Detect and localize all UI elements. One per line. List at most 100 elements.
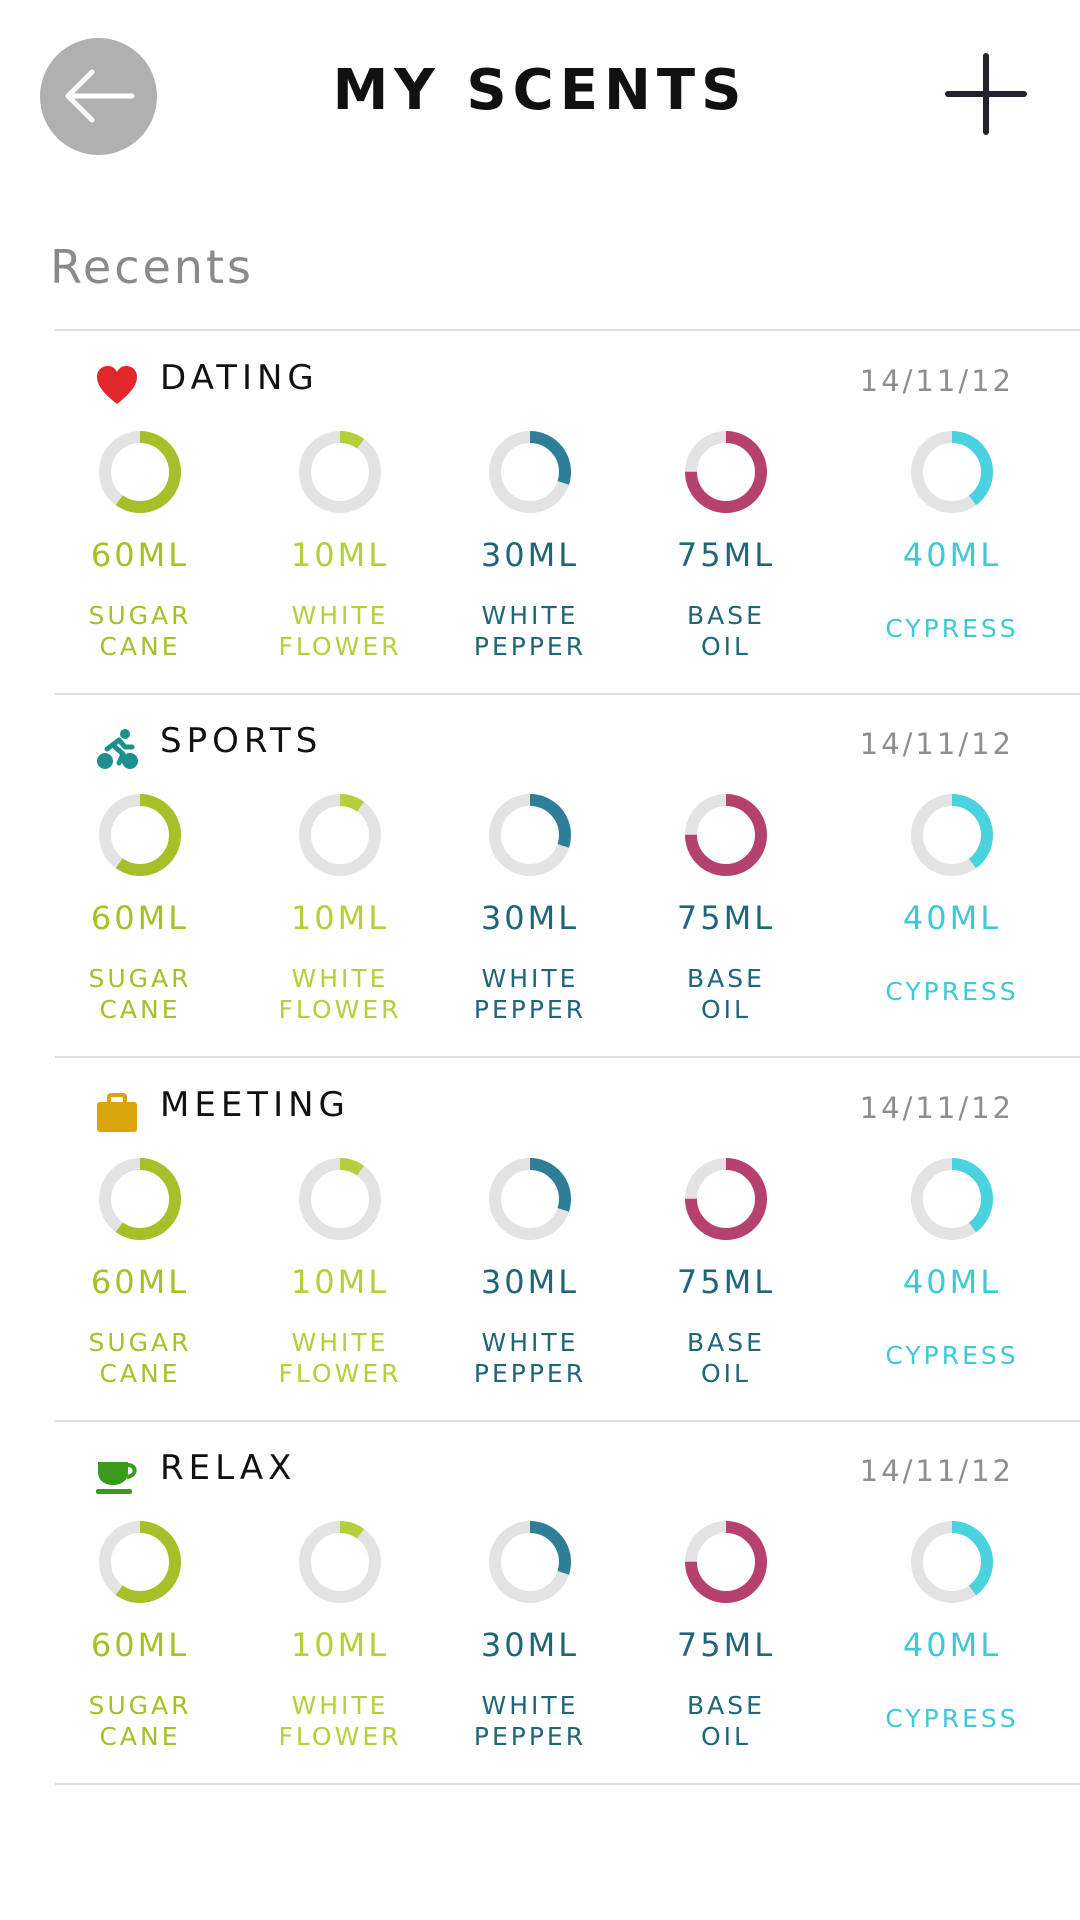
- ingredient-amount: 75ML: [676, 1263, 776, 1301]
- ingredient-item: 60ML SUGAR CANE: [40, 430, 240, 690]
- ingredient-amount: 30ML: [480, 536, 580, 574]
- scent-card-dating[interactable]: DATING 14/11/12 60ML SUGAR CANE 10ML WHI…: [0, 330, 1080, 695]
- ingredient-name-line2: OIL: [701, 995, 751, 1024]
- ingredient-amount: 60ML: [90, 1626, 190, 1664]
- ratio-ring: [911, 1158, 993, 1240]
- ingredient-name: SUGAR CANE: [40, 1690, 240, 1752]
- ingredient-name: WHITE FLOWER: [240, 600, 440, 662]
- ratio-ring: [911, 1521, 993, 1603]
- ingredient-amount: 30ML: [480, 899, 580, 937]
- ingredient-ring: [98, 1520, 182, 1604]
- ingredient-item: 40ML CYPRESS: [852, 430, 1052, 690]
- ingredient-amount: 10ML: [290, 1626, 390, 1664]
- ingredient-name-line2: PEPPER: [473, 1359, 587, 1388]
- ingredient-name-line1: BASE: [687, 601, 765, 630]
- ingredient-ring: [684, 1520, 768, 1604]
- ingredient-name-line2: FLOWER: [278, 1359, 402, 1388]
- ingredient-item: 40ML CYPRESS: [852, 1520, 1052, 1780]
- ingredient-ring: [488, 793, 572, 877]
- ratio-ring: [99, 1521, 181, 1603]
- ingredient-name-line1: CYPRESS: [885, 1704, 1019, 1733]
- ingredient-name-line1: WHITE: [291, 1691, 389, 1720]
- ingredient-name-line1: WHITE: [481, 1691, 579, 1720]
- ratio-ring: [99, 794, 181, 876]
- ingredient-item: 10ML WHITE FLOWER: [240, 793, 440, 1053]
- ingredient-item: 30ML WHITE PEPPER: [430, 793, 630, 1053]
- ingredient-item: 75ML BASE OIL: [626, 1157, 826, 1417]
- ingredient-ring: [98, 430, 182, 514]
- ingredient-name-line2: OIL: [701, 632, 751, 661]
- plus-icon: [945, 53, 1027, 135]
- ingredient-name: BASE OIL: [626, 1327, 826, 1389]
- ingredient-amount: 60ML: [90, 1263, 190, 1301]
- ratio-ring: [685, 431, 767, 513]
- ingredient-name-line1: BASE: [687, 1691, 765, 1720]
- ingredient-ring: [298, 1520, 382, 1604]
- ingredient-amount: 40ML: [902, 899, 1002, 937]
- cyclist-icon: [95, 727, 139, 771]
- ratio-ring: [911, 431, 993, 513]
- ingredient-ring: [910, 793, 994, 877]
- ingredient-ring: [298, 1157, 382, 1241]
- ingredient-item: 30ML WHITE PEPPER: [430, 1157, 630, 1417]
- ingredient-name-line1: WHITE: [291, 601, 389, 630]
- ingredient-name-line2: FLOWER: [278, 1722, 402, 1751]
- ratio-ring: [489, 794, 571, 876]
- ingredient-item: 10ML WHITE FLOWER: [240, 430, 440, 690]
- briefcase-icon: [95, 1091, 139, 1135]
- section-heading: Recents: [50, 240, 254, 294]
- ingredient-name-line1: CYPRESS: [885, 977, 1019, 1006]
- ingredient-name: BASE OIL: [626, 600, 826, 662]
- ingredient-amount: 75ML: [676, 1626, 776, 1664]
- ingredient-name: SUGAR CANE: [40, 1327, 240, 1389]
- add-scent-button[interactable]: [944, 52, 1028, 136]
- ingredient-ring: [98, 1157, 182, 1241]
- scent-name: MEETING: [160, 1085, 350, 1125]
- ingredient-name-line1: SUGAR: [88, 601, 192, 630]
- scent-name: RELAX: [160, 1448, 297, 1488]
- ingredient-amount: 10ML: [290, 536, 390, 574]
- scent-card-meeting[interactable]: MEETING 14/11/12 60ML SUGAR CANE 10ML WH…: [0, 1057, 1080, 1422]
- ingredient-amount: 30ML: [480, 1626, 580, 1664]
- ingredient-name: WHITE PEPPER: [430, 600, 630, 662]
- ingredient-name-line2: CANE: [99, 1359, 181, 1388]
- scent-date: 14/11/12: [859, 1091, 1014, 1125]
- ingredient-name: WHITE FLOWER: [240, 1327, 440, 1389]
- ingredient-ring: [684, 1157, 768, 1241]
- ingredient-name-line2: PEPPER: [473, 1722, 587, 1751]
- ingredient-ring: [98, 793, 182, 877]
- ratio-ring: [489, 1521, 571, 1603]
- ingredient-ring: [488, 1520, 572, 1604]
- ingredient-name-line2: PEPPER: [473, 995, 587, 1024]
- ingredient-name: BASE OIL: [626, 963, 826, 1025]
- ingredient-amount: 10ML: [290, 1263, 390, 1301]
- ingredient-ring: [684, 430, 768, 514]
- ingredient-ring: [488, 1157, 572, 1241]
- scent-date: 14/11/12: [859, 727, 1014, 761]
- ingredient-name-line2: OIL: [701, 1722, 751, 1751]
- header: MY SCENTS: [0, 0, 1080, 200]
- ingredient-amount: 40ML: [902, 1263, 1002, 1301]
- ratio-ring: [685, 1521, 767, 1603]
- ingredient-name-line2: OIL: [701, 1359, 751, 1388]
- scent-card-sports[interactable]: SPORTS 14/11/12 60ML SUGAR CANE 10ML WHI…: [0, 693, 1080, 1058]
- heart-icon: [95, 364, 139, 408]
- ingredient-item: 60ML SUGAR CANE: [40, 1157, 240, 1417]
- ingredient-item: 75ML BASE OIL: [626, 1520, 826, 1780]
- ingredient-item: 60ML SUGAR CANE: [40, 793, 240, 1053]
- ratio-ring: [299, 794, 381, 876]
- ingredient-amount: 10ML: [290, 899, 390, 937]
- ratio-ring: [489, 431, 571, 513]
- ingredient-item: 60ML SUGAR CANE: [40, 1520, 240, 1780]
- ratio-ring: [299, 431, 381, 513]
- ingredient-ring: [684, 793, 768, 877]
- ingredient-name-line1: BASE: [687, 1328, 765, 1357]
- scent-name: DATING: [160, 358, 319, 398]
- ratio-ring: [911, 794, 993, 876]
- scent-card-relax[interactable]: RELAX 14/11/12 60ML SUGAR CANE 10ML WHIT…: [0, 1420, 1080, 1785]
- ingredient-amount: 40ML: [902, 536, 1002, 574]
- ratio-ring: [685, 1158, 767, 1240]
- ratio-ring: [489, 1158, 571, 1240]
- teacup-icon: [95, 1454, 139, 1498]
- ingredient-item: 75ML BASE OIL: [626, 793, 826, 1053]
